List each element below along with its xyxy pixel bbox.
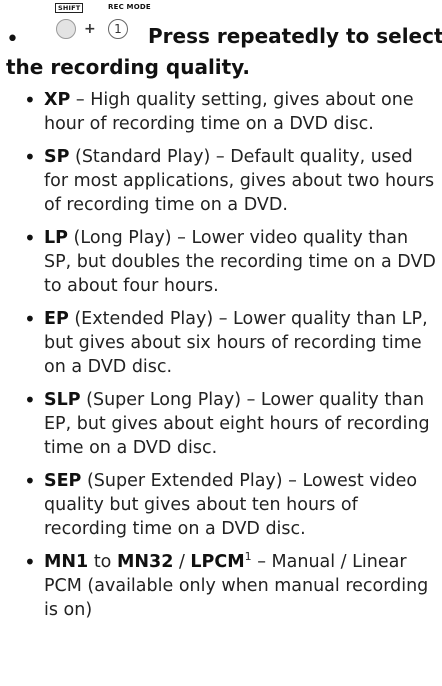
item-description: (Extended Play) – Lower quality than LP,…	[44, 309, 428, 377]
manual-page: SHIFT REC MODE • + 1 Press repeatedly to…	[0, 0, 442, 686]
quality-list: • XP – High quality setting, gives about …	[22, 88, 436, 631]
list-item-sep: • SEP (Super Extended Play) – Lowest vide…	[22, 469, 436, 541]
item-term: XP	[44, 90, 71, 110]
list-item-manual: • MN1 to MN32 / LPCM1 – Manual / Linear P…	[22, 550, 436, 622]
recmode-button-icon: 1	[108, 19, 128, 39]
intro-line-1: Press repeatedly to select	[148, 24, 442, 48]
item-connector: to	[88, 552, 117, 572]
footnote-marker: 1	[244, 550, 252, 564]
bullet-icon: •	[24, 388, 36, 412]
shift-label: SHIFT	[55, 3, 84, 13]
list-item-slp: • SLP (Super Long Play) – Lower quality t…	[22, 388, 436, 460]
item-slash: /	[173, 552, 191, 572]
list-item-lp: • LP (Long Play) – Lower video quality th…	[22, 226, 436, 298]
item-term-lpcm: LPCM	[190, 552, 245, 572]
list-item-ep: • EP (Extended Play) – Lower quality than…	[22, 307, 436, 379]
recmode-label: REC MODE	[108, 3, 151, 11]
shift-button-icon	[56, 19, 76, 39]
item-description: (Super Extended Play) – Lowest video qua…	[44, 471, 418, 539]
bullet-icon: •	[24, 226, 36, 250]
bullet-icon: •	[24, 469, 36, 493]
item-term-mn1: MN1	[44, 552, 89, 572]
item-description: (Long Play) – Lower video quality than S…	[44, 228, 436, 296]
item-term: SLP	[44, 390, 81, 410]
bullet-icon: •	[24, 550, 36, 574]
bullet-icon: •	[24, 145, 36, 169]
item-description: (Standard Play) – Default quality, used …	[44, 147, 435, 215]
item-term: SEP	[44, 471, 82, 491]
item-term-mn32: MN32	[116, 552, 174, 572]
intro-line-2: the recording quality.	[6, 55, 251, 79]
item-term: SP	[44, 147, 70, 167]
item-description: – High quality setting, gives about one …	[44, 90, 414, 134]
bullet-icon: •	[24, 307, 36, 331]
plus-sign: +	[84, 21, 96, 37]
list-item-xp: • XP – High quality setting, gives about …	[22, 88, 436, 136]
item-description: (Super Long Play) – Lower quality than E…	[44, 390, 430, 458]
item-term: EP	[44, 309, 69, 329]
bullet-icon: •	[24, 88, 36, 112]
item-term: LP	[44, 228, 68, 248]
header-bullet: •	[6, 27, 19, 52]
list-item-sp: • SP (Standard Play) – Default quality, u…	[22, 145, 436, 217]
